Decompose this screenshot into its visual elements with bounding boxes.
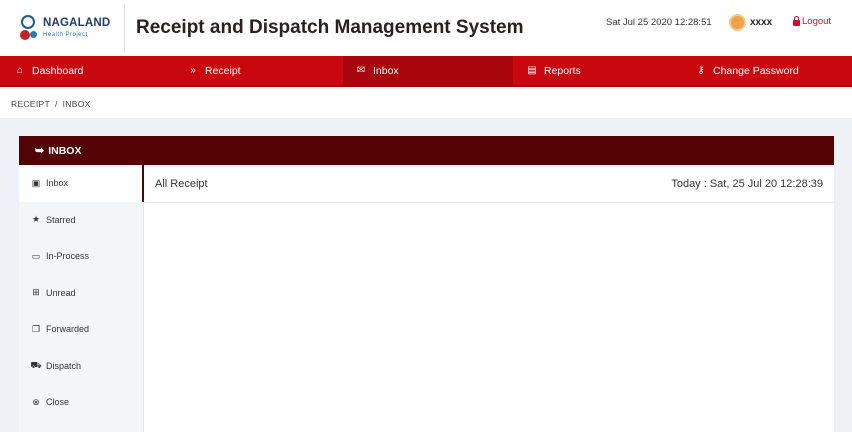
sitemap-icon: ⊞ xyxy=(32,287,40,298)
breadcrumb: RECEIPT / INBOX xyxy=(0,89,852,118)
user-menu[interactable]: xxxx xyxy=(729,14,772,31)
sidebar-item-close[interactable]: ⊗ Close xyxy=(19,384,143,421)
sidebar-item-unread[interactable]: ⊞ Unread xyxy=(19,275,143,312)
inbox-icon: ▣ xyxy=(31,177,41,188)
sidebar-item-label: Inbox xyxy=(46,178,69,189)
logout-link[interactable]: Logout xyxy=(793,15,832,27)
breadcrumb-inbox: INBOX xyxy=(62,98,91,109)
sidebar-item-label: Forwarded xyxy=(46,324,90,335)
envelope-icon: ✉ xyxy=(356,65,366,76)
brand-logo[interactable]: NAGALAND Health Project xyxy=(0,4,125,52)
sidebar-item-dispatch[interactable]: ⛟ Dispatch xyxy=(19,348,143,385)
app-header: NAGALAND Health Project Receipt and Disp… xyxy=(0,0,852,56)
sidebar-item-label: Starred xyxy=(46,214,76,225)
nav-dashboard[interactable]: ⌂ Dashboard xyxy=(0,56,172,85)
logo-icon xyxy=(18,13,40,43)
truck-icon: ⛟ xyxy=(30,359,42,370)
comment-icon: ▭ xyxy=(31,250,41,261)
breadcrumb-receipt[interactable]: RECEIPT xyxy=(11,99,50,109)
avatar xyxy=(729,14,746,31)
sidebar-item-label: In-Process xyxy=(46,251,90,262)
nav-reports[interactable]: ▤ Reports xyxy=(513,56,682,85)
nav-dashboard-label: Dashboard xyxy=(32,64,84,77)
home-icon: ⌂ xyxy=(16,65,24,76)
sidebar-item-in-process[interactable]: ▭ In-Process xyxy=(19,238,143,275)
main-nav: ⌂ Dashboard » Receipt ✉ Inbox ▤ Reports … xyxy=(0,56,852,87)
sidebar-item-forwarded[interactable]: ❐ Forwarded xyxy=(19,311,143,348)
sidebar-item-label: Unread xyxy=(46,287,76,298)
sidebar-item-starred[interactable]: ★ Starred xyxy=(19,202,143,239)
brand-name: NAGALAND xyxy=(43,17,111,30)
sidebar-item-inbox[interactable]: ▣ Inbox xyxy=(19,165,144,202)
header-datetime: Sat Jul 25 2020 12:28:51 xyxy=(606,17,712,28)
panel-header: ➥ INBOX xyxy=(19,136,834,165)
chevron-double-down-icon: » xyxy=(190,65,196,76)
nav-change-password-label: Change Password xyxy=(713,64,799,77)
inbox-sidebar: ▣ Inbox ★ Starred ▭ In-Process ⊞ Unread … xyxy=(19,165,144,432)
breadcrumb-separator: / xyxy=(54,98,58,109)
key-icon: ⚷ xyxy=(697,65,705,76)
times-circle-icon: ⊗ xyxy=(32,396,40,407)
nav-inbox-label: Inbox xyxy=(373,64,399,77)
nav-inbox[interactable]: ✉ Inbox xyxy=(343,56,513,85)
nav-change-password[interactable]: ⚷ Change Password xyxy=(682,56,852,85)
document-icon: ▤ xyxy=(527,65,537,76)
nav-receipt-label: Receipt xyxy=(205,64,241,77)
star-icon: ★ xyxy=(31,214,41,225)
panel-title: INBOX xyxy=(48,144,82,157)
today-datetime: Today : Sat, 25 Jul 20 12:28:39 xyxy=(671,177,823,190)
share-icon: ➥ xyxy=(35,145,45,157)
sidebar-item-label: Dispatch xyxy=(46,360,82,371)
app-title: Receipt and Dispatch Management System xyxy=(136,17,524,38)
inbox-content: All Receipt Today : Sat, 25 Jul 20 12:28… xyxy=(144,165,834,432)
username: xxxx xyxy=(750,17,773,28)
content-header: All Receipt Today : Sat, 25 Jul 20 12:28… xyxy=(144,165,834,203)
sidebar-item-label: Close xyxy=(46,397,70,408)
nav-receipt[interactable]: » Receipt xyxy=(172,56,343,85)
lock-icon xyxy=(793,15,800,26)
logout-label: Logout xyxy=(802,16,832,27)
inbox-panel: ➥ INBOX ▣ Inbox ★ Starred ▭ In-Process ⊞… xyxy=(19,136,834,432)
copy-icon: ❐ xyxy=(31,323,41,334)
nav-reports-label: Reports xyxy=(544,64,581,77)
content-title: All Receipt xyxy=(155,177,208,190)
brand-subtitle: Health Project xyxy=(43,31,88,38)
